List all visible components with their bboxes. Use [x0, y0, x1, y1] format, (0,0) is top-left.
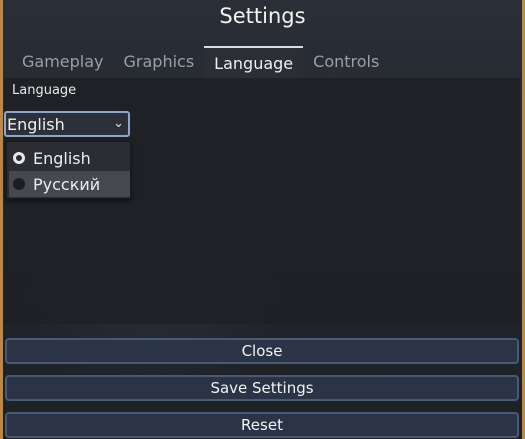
- tab-controls[interactable]: Controls: [303, 46, 389, 78]
- settings-tabs: Gameplay Graphics Language Controls: [12, 46, 389, 78]
- language-select[interactable]: English ⌄: [4, 111, 130, 137]
- language-option-russian[interactable]: Русский: [9, 171, 130, 197]
- language-option-label: Русский: [33, 174, 101, 194]
- chevron-down-icon: ⌄: [113, 116, 124, 131]
- language-select-value: English: [7, 114, 65, 134]
- language-label: Language: [12, 83, 77, 98]
- reset-button[interactable]: Reset: [5, 412, 519, 438]
- tab-graphics[interactable]: Graphics: [114, 46, 205, 78]
- tab-language[interactable]: Language: [204, 46, 304, 78]
- radio-unchecked-icon: [13, 178, 25, 190]
- language-option-english[interactable]: English: [9, 145, 130, 171]
- close-button[interactable]: Close: [5, 338, 519, 364]
- tab-gameplay[interactable]: Gameplay: [12, 46, 114, 78]
- window-frame-left: [0, 0, 3, 439]
- language-option-label: English: [33, 148, 91, 168]
- save-settings-button[interactable]: Save Settings: [5, 375, 519, 401]
- radio-checked-icon: [13, 152, 25, 164]
- language-dropdown: English Русский: [6, 141, 131, 199]
- window-title: Settings: [219, 4, 306, 28]
